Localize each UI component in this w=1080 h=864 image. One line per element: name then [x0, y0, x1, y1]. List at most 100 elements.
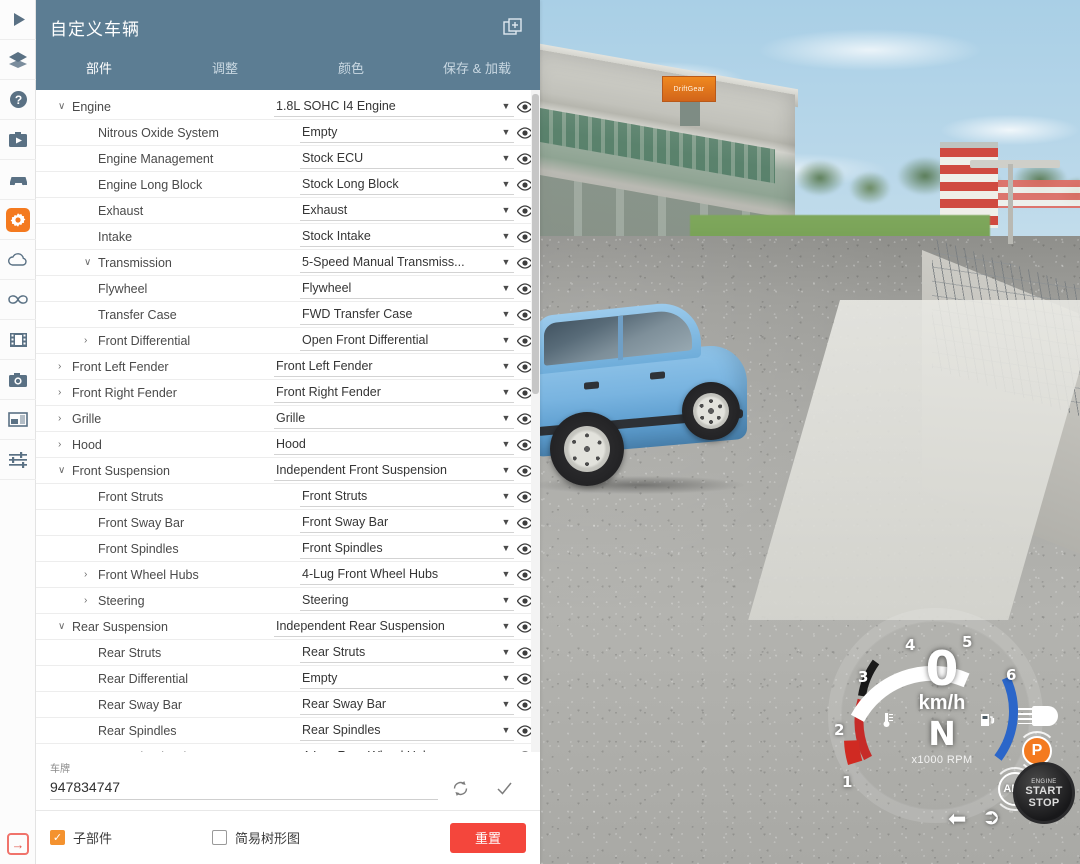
- part-select[interactable]: Steering ▼: [300, 590, 514, 611]
- chevron-right-icon[interactable]: ›: [58, 413, 68, 424]
- game-viewport[interactable]: DriftGear 1 2 3 4 5 6 0 km/h N x1000 RPM…: [540, 0, 1080, 864]
- rail-item-infinity[interactable]: [0, 280, 36, 320]
- chevron-down-icon[interactable]: ▼: [498, 595, 514, 605]
- chevron-down-icon[interactable]: ▼: [498, 621, 514, 631]
- rail-item-vehicle-config[interactable]: [0, 200, 36, 240]
- chevron-down-icon[interactable]: ▼: [498, 543, 514, 553]
- chevron-down-icon[interactable]: ▼: [498, 231, 514, 241]
- tree-row[interactable]: ∨ Engine 1.8L SOHC I4 Engine ▼: [36, 94, 540, 120]
- sub-parts-checkbox[interactable]: ✓ 子部件: [50, 828, 112, 847]
- tree-row[interactable]: ∨ Front Suspension Independent Front Suspe…: [36, 458, 540, 484]
- tree-row[interactable]: Rear Differential Empty ▼: [36, 666, 540, 692]
- tree-row[interactable]: › Steering Steering ▼: [36, 588, 540, 614]
- chevron-down-icon[interactable]: ▼: [498, 309, 514, 319]
- part-select[interactable]: Front Sway Bar ▼: [300, 512, 514, 533]
- part-select[interactable]: Empty ▼: [300, 122, 514, 143]
- license-plate-input[interactable]: [50, 777, 438, 800]
- tree-row[interactable]: ∨ Rear Suspension Independent Rear Suspens…: [36, 614, 540, 640]
- tree-row[interactable]: Rear Sway Bar Rear Sway Bar ▼: [36, 692, 540, 718]
- tree-row[interactable]: Front Spindles Front Spindles ▼: [36, 536, 540, 562]
- part-select[interactable]: Rear Sway Bar ▼: [300, 694, 514, 715]
- tree-row[interactable]: Intake Stock Intake ▼: [36, 224, 540, 250]
- chevron-down-icon[interactable]: ▼: [498, 179, 514, 189]
- parts-tree-scrollbar-thumb[interactable]: [532, 94, 539, 394]
- tree-row[interactable]: › Front Wheel Hubs 4-Lug Front Wheel Hubs ▼: [36, 562, 540, 588]
- tree-row[interactable]: › Hood Hood ▼: [36, 432, 540, 458]
- tree-row[interactable]: Transfer Case FWD Transfer Case ▼: [36, 302, 540, 328]
- part-select[interactable]: 4-Lug Rear Wheel Hubs▼: [300, 746, 514, 752]
- engine-start-stop-button[interactable]: ENGINE START STOP: [1013, 762, 1075, 824]
- chevron-down-icon[interactable]: ▼: [498, 101, 514, 111]
- tree-row[interactable]: Front Struts Front Struts ▼: [36, 484, 540, 510]
- duplicate-icon[interactable]: [500, 15, 526, 41]
- rail-item-media[interactable]: [0, 120, 36, 160]
- chevron-down-icon[interactable]: ▼: [498, 283, 514, 293]
- part-select[interactable]: Front Right Fender ▼: [274, 382, 514, 403]
- chevron-right-icon[interactable]: ›: [58, 387, 68, 398]
- tab-color[interactable]: 颜色: [288, 55, 414, 90]
- part-select[interactable]: Grille ▼: [274, 408, 514, 429]
- tree-row[interactable]: Front Sway Bar Front Sway Bar ▼: [36, 510, 540, 536]
- part-select[interactable]: Independent Rear Suspension ▼: [274, 616, 514, 637]
- part-select[interactable]: FWD Transfer Case ▼: [300, 304, 514, 325]
- chevron-down-icon[interactable]: ▼: [498, 569, 514, 579]
- tree-row[interactable]: Engine Long Block Stock Long Block ▼: [36, 172, 540, 198]
- part-select[interactable]: Independent Front Suspension ▼: [274, 460, 514, 481]
- chevron-right-icon[interactable]: ›: [58, 361, 68, 372]
- tree-row[interactable]: Rear Struts Rear Struts ▼: [36, 640, 540, 666]
- rail-item-play[interactable]: [0, 0, 36, 40]
- tree-row[interactable]: ∨ Transmission 5-Speed Manual Transmiss...…: [36, 250, 540, 276]
- tree-row[interactable]: Rear Spindles Rear Spindles ▼: [36, 718, 540, 744]
- chevron-right-icon[interactable]: ›: [84, 335, 94, 346]
- parts-tree-scroll-area[interactable]: ∨ Engine 1.8L SOHC I4 Engine ▼ Nitrous Oxide…: [36, 90, 540, 752]
- chevron-down-icon[interactable]: ▼: [498, 439, 514, 449]
- part-select[interactable]: Open Front Differential ▼: [300, 330, 514, 351]
- tree-row[interactable]: › Front Left Fender Front Left Fender ▼: [36, 354, 540, 380]
- chevron-down-icon[interactable]: ▼: [498, 335, 514, 345]
- chevron-right-icon[interactable]: ›: [58, 439, 68, 450]
- rail-item-exit[interactable]: →: [0, 824, 36, 864]
- chevron-down-icon[interactable]: ▼: [498, 127, 514, 137]
- chevron-down-icon[interactable]: ▼: [498, 257, 514, 267]
- rail-item-film[interactable]: [0, 320, 36, 360]
- tree-row[interactable]: Exhaust Exhaust ▼: [36, 198, 540, 224]
- license-plate-confirm-button[interactable]: [482, 779, 526, 798]
- rail-item-help[interactable]: ?: [0, 80, 36, 120]
- part-select[interactable]: Flywheel ▼: [300, 278, 514, 299]
- chevron-down-icon[interactable]: ▼: [498, 699, 514, 709]
- part-select[interactable]: 1.8L SOHC I4 Engine ▼: [274, 96, 514, 117]
- chevron-down-icon[interactable]: ▼: [498, 153, 514, 163]
- tree-row[interactable]: › Grille Grille ▼: [36, 406, 540, 432]
- chevron-down-icon[interactable]: ▼: [498, 725, 514, 735]
- tab-tuning[interactable]: 调整: [162, 55, 288, 90]
- chevron-down-icon[interactable]: ∨: [58, 621, 68, 632]
- rail-item-tuning-sliders[interactable]: [0, 440, 36, 480]
- tree-row[interactable]: Flywheel Flywheel ▼: [36, 276, 540, 302]
- tree-row[interactable]: › Front Differential Open Front Differenti…: [36, 328, 540, 354]
- part-select[interactable]: Stock Long Block ▼: [300, 174, 514, 195]
- chevron-down-icon[interactable]: ▼: [498, 647, 514, 657]
- chevron-down-icon[interactable]: ▼: [498, 413, 514, 423]
- tab-parts[interactable]: 部件: [36, 55, 162, 93]
- tree-row[interactable]: Engine Management Stock ECU ▼: [36, 146, 540, 172]
- part-select[interactable]: 4-Lug Front Wheel Hubs ▼: [300, 564, 514, 585]
- tree-row[interactable]: › Front Right Fender Front Right Fender ▼: [36, 380, 540, 406]
- reset-button[interactable]: 重置: [450, 822, 526, 853]
- part-select[interactable]: Hood ▼: [274, 434, 514, 455]
- chevron-right-icon[interactable]: ›: [84, 751, 94, 752]
- part-select[interactable]: Stock Intake ▼: [300, 226, 514, 247]
- rail-item-cloud[interactable]: [0, 240, 36, 280]
- tree-row[interactable]: › Rear Wheel Hubs 4-Lug Rear Wheel Hubs▼: [36, 744, 540, 752]
- chevron-down-icon[interactable]: ∨: [58, 101, 68, 112]
- tab-save-load[interactable]: 保存 & 加载: [414, 55, 540, 90]
- part-select[interactable]: Front Spindles ▼: [300, 538, 514, 559]
- chevron-down-icon[interactable]: ▼: [498, 517, 514, 527]
- rail-item-vehicle[interactable]: [0, 160, 36, 200]
- chevron-right-icon[interactable]: ›: [84, 569, 94, 580]
- chevron-down-icon[interactable]: ∨: [84, 257, 94, 268]
- chevron-down-icon[interactable]: ▼: [498, 361, 514, 371]
- part-select[interactable]: Front Struts ▼: [300, 486, 514, 507]
- tree-row[interactable]: Nitrous Oxide System Empty ▼: [36, 120, 540, 146]
- rail-item-camera[interactable]: [0, 360, 36, 400]
- chevron-down-icon[interactable]: ▼: [498, 751, 514, 752]
